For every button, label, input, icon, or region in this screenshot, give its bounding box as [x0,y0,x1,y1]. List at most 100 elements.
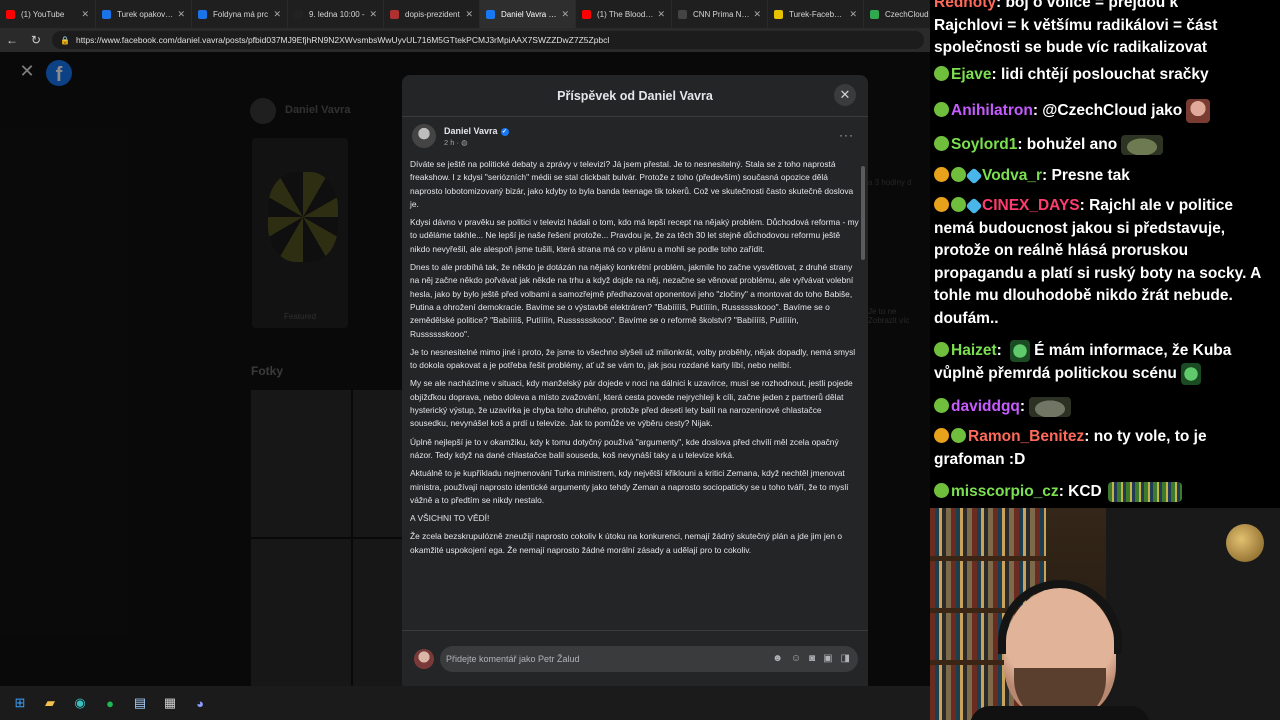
chat-message: Haizet: É mám informace, že Kuba vůplně … [934,340,1274,385]
orange-badge-icon [934,428,949,443]
tab-favicon-icon [6,9,15,19]
modal-close-icon[interactable]: ✕ [834,84,856,106]
chat-separator: : [1042,167,1052,184]
green-badge-icon [951,428,966,443]
comment-tools: ☻ ☺ ◙ ▣ ◨ [772,653,850,664]
url-field[interactable]: 🔒 https://www.facebook.com/daniel.vavra/… [52,31,924,49]
gif-icon[interactable]: ▣ [823,653,832,664]
browser-tab[interactable]: Turek-Facebook ✕ [768,0,864,28]
reload-icon[interactable]: ↻ [24,28,48,52]
author-name[interactable]: Daniel Vavra [444,126,498,136]
browser-tab[interactable]: Daniel Vavra - D ✕ [480,0,576,28]
url-text: https://www.facebook.com/daniel.vavra/po… [75,35,610,45]
browser-tab[interactable]: Foldyna má prc ✕ [192,0,288,28]
author-avatar[interactable] [412,124,436,148]
browser-tab[interactable]: Turek opakovan ✕ [96,0,192,28]
stream-chat: Rednoty: boj o volice = přejdou k Rajchlo… [930,0,1280,508]
army-emote-icon [1107,481,1182,502]
chat-text: boj o volice = přejdou k [1005,0,1179,11]
tab-favicon-icon [198,9,207,19]
spotify-icon[interactable]: ● [100,693,120,713]
more-options-icon[interactable]: ··· [839,128,854,142]
modal-title: Příspěvek od Daniel Vavra [557,88,713,103]
tab-close-icon[interactable]: ✕ [561,9,569,20]
chat-username[interactable]: Haizet [951,342,997,359]
tab-close-icon[interactable]: ✕ [849,9,857,20]
edge-browser-icon[interactable]: ◉ [70,693,90,713]
green-badge-icon [934,66,949,81]
notepad-icon[interactable]: ▤ [130,693,150,713]
camera-icon[interactable]: ◙ [809,653,815,664]
tab-favicon-icon [390,9,399,19]
blue-badge-icon [965,167,983,185]
tab-title: Foldyna má prc [213,9,269,19]
browser-tab[interactable]: (1) The Blood of ✕ [576,0,672,28]
shelf-board [930,556,1046,561]
tab-close-icon[interactable]: ✕ [273,9,281,20]
tab-close-icon[interactable]: ✕ [369,9,377,20]
face-emote-icon [1186,99,1211,123]
tab-title: (1) The Blood of [597,9,654,19]
post-paragraph: Že zcela bezskrupulózně zneužijí naprost… [410,531,843,555]
verified-icon: ✓ [500,127,509,136]
chat-username[interactable]: daviddgq [951,398,1020,415]
modal-header: Příspěvek od Daniel Vavra ✕ [402,75,868,117]
facebook-page: ✕ f Daniel Vavra Featured Fotky a 3 hodi… [0,52,930,686]
post-paragraph: Kdysi dávno v pravěku se politici v tele… [410,217,859,254]
tab-title: dopis-prezident [405,9,460,19]
chat-text: KCD [1068,483,1102,500]
orange-badge-icon [934,197,949,212]
browser-tab[interactable]: 9. ledna 10:00 - ✕ [288,0,384,28]
post-paragraph: Dnes to ale probíhá tak, že někdo je dot… [410,262,854,339]
chat-username[interactable]: Anihilatron [951,102,1033,119]
globe-icon: ◍ [461,138,468,147]
chat-message: Soylord1: bohužel ano [934,134,1274,157]
avatar-sticker-icon[interactable]: ☻ [772,653,783,664]
sticker-icon[interactable]: ◨ [841,653,850,664]
frog-emote-icon [1029,396,1072,417]
browser-tab[interactable]: CNN Prima New ✕ [672,0,768,28]
browser-tab[interactable]: CzechCloud St✕ [864,0,930,28]
scrollbar[interactable] [861,166,865,260]
tab-close-icon[interactable]: ✕ [81,9,89,20]
discord-icon[interactable]: ◕ [190,693,210,713]
tab-strip: (1) YouTube ✕ Turek opakovan ✕ Foldyna má pr… [0,0,930,28]
back-icon[interactable]: ← [0,28,24,52]
chat-username[interactable]: Vodva_r [982,167,1042,184]
chat-username[interactable]: Ejave [951,66,992,83]
chat-username[interactable]: misscorpio_cz [951,483,1059,500]
tab-close-icon[interactable]: ✕ [465,9,473,20]
windows-start-icon[interactable]: ⊞ [10,693,30,713]
chat-username[interactable]: Soylord1 [951,136,1017,153]
chat-username[interactable]: CINEX_DAYS [982,197,1080,214]
chat-separator: : [1019,398,1030,415]
browser-tab[interactable]: dopis-prezident ✕ [384,0,480,28]
chat-message: Anihilatron: @CzechCloud jako [934,99,1274,123]
author-name-row[interactable]: Daniel Vavra ✓ [444,126,509,136]
chat-message: Rednoty: boj o volice = přejdou k Rajchlo… [934,0,1274,60]
chat-separator: : [1017,136,1027,153]
tab-favicon-icon [678,9,687,19]
chat-message: Ejave: lidi chtějí poslouchat sračky [934,64,1274,87]
chat-username[interactable]: Rednoty [934,0,996,11]
tab-favicon-icon [870,9,879,19]
chat-text: bohužel ano [1026,136,1118,153]
tab-title: 9. ledna 10:00 - [309,9,365,19]
tab-close-icon[interactable]: ✕ [177,9,185,20]
tab-close-icon[interactable]: ✕ [657,9,665,20]
streamer-shirt [970,706,1150,720]
green-badge-icon [934,483,949,498]
calculator-icon[interactable]: ▦ [160,693,180,713]
emoji-icon[interactable]: ☺ [791,653,801,664]
post-time[interactable]: 2 h · [444,138,461,147]
tab-title: (1) YouTube [21,9,65,19]
browser-tab[interactable]: (1) YouTube ✕ [0,0,96,28]
tab-close-icon[interactable]: ✕ [753,9,761,20]
taskbar: ⊞ ▰ ◉ ● ▤ ▦ ◕ [0,686,930,720]
chat-message: misscorpio_cz: KCD [934,481,1274,504]
chat-text: Rajchl ale v politice nemá budoucnost ja… [934,197,1261,327]
file-explorer-icon[interactable]: ▰ [40,693,60,713]
browser-window: (1) YouTube ✕ Turek opakovan ✕ Foldyna má pr… [0,0,930,720]
chat-username[interactable]: Ramon_Benitez [968,428,1084,445]
orange-badge-icon [934,167,949,182]
